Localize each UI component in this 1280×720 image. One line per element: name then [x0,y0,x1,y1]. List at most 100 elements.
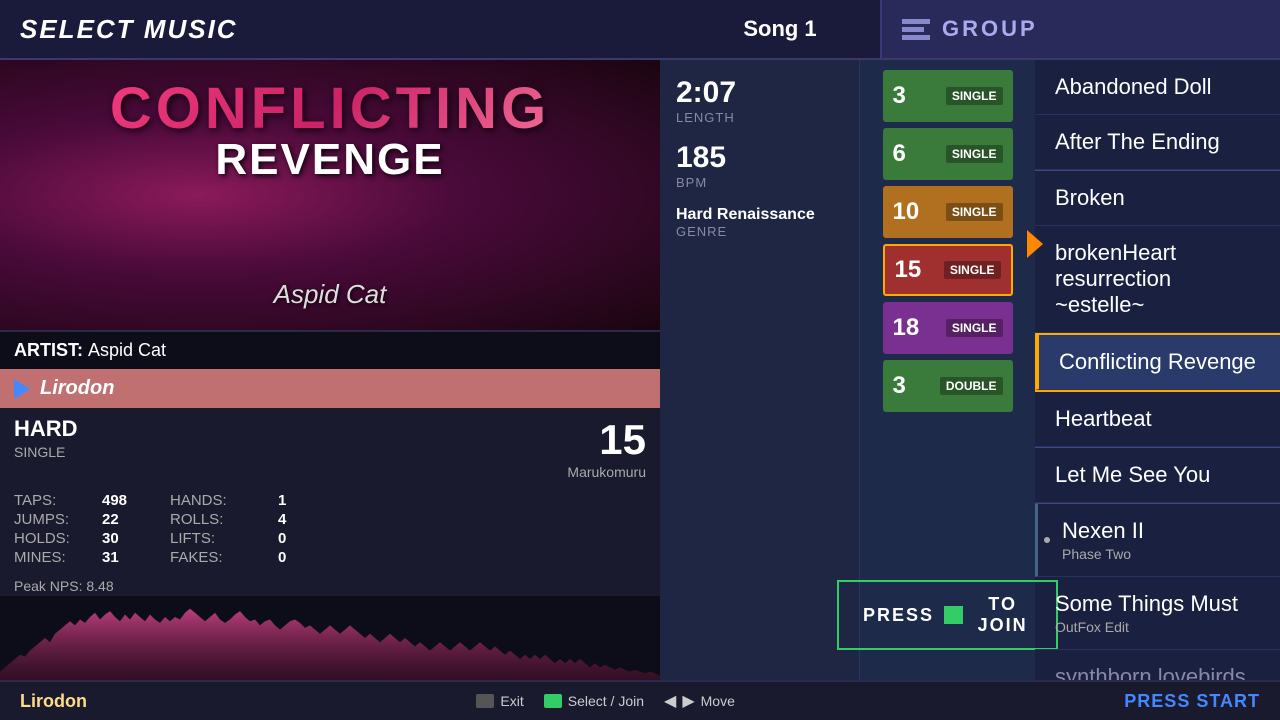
diff-badge-type: SINGLE [946,145,1003,163]
exit-label: Exit [500,693,523,709]
diff-badge-type: SINGLE [944,261,1001,279]
press-join-button[interactable]: PRESS TO JOIN [837,580,1058,650]
diff-badge-number: 15 [895,256,922,284]
song-subtitle: Phase Two [1062,546,1260,562]
song-title: Some Things Must [1055,591,1260,617]
group-label: GROUP [942,16,1038,42]
song-title: After The Ending [1055,129,1220,154]
title-area: SELECT MUSIC [0,14,680,45]
diff-badge-number: 18 [893,314,920,342]
mines-value: 31 [102,549,162,566]
song-item-broken[interactable]: Broken [1035,171,1280,226]
group-area: GROUP [880,0,1280,58]
group-line-2 [902,27,924,32]
group-line-3 [902,35,930,40]
difficulty-button-18-single[interactable]: 18 SINGLE [883,302,1013,354]
difficulty-number: 15 [567,416,646,464]
diff-badge-type: SINGLE [946,319,1003,337]
song-title: Nexen II [1062,518,1260,544]
song-item-synthborn[interactable]: synthborn lovebirds [1035,650,1280,680]
song-subtitle: OutFox Edit [1055,619,1260,635]
holds-value: 30 [102,530,162,547]
length-label: LENGTH [676,110,843,125]
song-item-let-me-see-you[interactable]: Let Me See You [1035,448,1280,503]
artist-label: ARTIST: [14,340,88,360]
song-item-abandoned-doll[interactable]: Abandoned Doll [1035,60,1280,115]
song-item-heartbeat[interactable]: Heartbeat [1035,392,1280,447]
artist-name: Aspid Cat [88,340,166,360]
jumps-label: JUMPS: [14,511,94,528]
bottom-controls: Exit Select / Join ◀ ▶ Move [476,691,734,711]
bpm-label: BPM [676,175,843,190]
difficulty-button-6-single[interactable]: 6 SINGLE [883,128,1013,180]
right-arrow-icon: ▶ [682,691,694,711]
bottom-bar: Lirodon Exit Select / Join ◀ ▶ Move PRES… [0,680,1280,720]
banner-title-group: CONFLICTING REVENGE [0,80,660,182]
difficulty-name: HARD [14,416,78,442]
difficulty-left: HARD SINGLE [14,416,78,460]
song-item-nexen-ii[interactable]: Nexen II Phase Two [1035,504,1280,577]
select-control: Select / Join [544,693,644,709]
song-title: synthborn lovebirds [1055,664,1246,680]
press-join-area: PRESS TO JOIN [837,580,1058,670]
jumps-value: 22 [102,511,162,528]
song-counter: Song 1 [680,16,880,42]
join-text: TO JOIN [973,594,1032,636]
length-group: 2:07 LENGTH [676,76,843,125]
difficulty-stepper: Marukomuru [567,464,646,480]
difficulty-info: HARD SINGLE 15 Marukomuru [0,408,660,488]
song-item-conflicting-revenge[interactable]: Conflicting Revenge [1035,335,1280,390]
taps-label: TAPS: [14,492,94,509]
join-green-block [944,606,963,624]
diff-badge-type: DOUBLE [940,377,1003,395]
left-section: CONFLICTING REVENGE Aspid Cat ARTIST: As… [0,60,660,680]
difficulty-button-10-single[interactable]: 10 SINGLE [883,186,1013,238]
banner-title-line1: CONFLICTING [0,80,660,138]
player-row: Lirodon [0,369,660,408]
song-item-after-the-ending[interactable]: After The Ending [1035,115,1280,170]
group-icon [902,19,930,40]
waveform-area [0,596,660,680]
song-banner: CONFLICTING REVENGE Aspid Cat [0,60,660,330]
difficulty-button-15-single[interactable]: 15 SINGLE [883,244,1013,296]
stats-area: TAPS: 498 HANDS: 1 JUMPS: 22 ROLLS: 4 HO… [0,488,660,574]
select-label: Select / Join [568,693,644,709]
song-title: Heartbeat [1055,406,1152,431]
fakes-value: 0 [278,549,318,566]
diff-badge-type: SINGLE [946,203,1003,221]
banner-title-line2: REVENGE [0,138,660,182]
difficulty-type: SINGLE [14,444,78,460]
peak-nps: Peak NPS: 8.48 [0,574,660,596]
fakes-label: FAKES: [170,549,270,566]
left-arrow-icon: ◀ [664,691,676,711]
hands-label: HANDS: [170,492,270,509]
holds-label: HOLDS: [14,530,94,547]
diff-badge-number: 3 [893,82,906,110]
song-item-brokenheart[interactable]: brokenHeart resurrection ~estelle~ [1035,226,1280,333]
difficulty-column: 3 SINGLE 6 SINGLE 10 SINGLE 15 SINGLE 18… [860,60,1035,680]
bottom-player-name: Lirodon [20,691,87,712]
diff-badge-number: 3 [893,372,906,400]
hands-value: 1 [278,492,318,509]
press-text: PRESS [863,605,934,626]
bpm-group: 185 BPM [676,141,843,190]
song-item-some-things-must[interactable]: Some Things Must OutFox Edit [1035,577,1280,650]
difficulty-right: 15 Marukomuru [567,416,646,480]
taps-value: 498 [102,492,162,509]
center-right-section: 2:07 LENGTH 185 BPM Hard Renaissance GEN… [660,60,1280,680]
song-title: Conflicting Revenge [1059,349,1256,374]
genre-group: Hard Renaissance GENRE [676,206,843,239]
press-start-button[interactable]: PRESS START [1124,691,1260,712]
mines-label: MINES: [14,549,94,566]
difficulty-button-3-double[interactable]: 3 DOUBLE [883,360,1013,412]
song-title: brokenHeart resurrection ~estelle~ [1055,240,1176,317]
difficulty-button-3-single[interactable]: 3 SINGLE [883,70,1013,122]
player-name: Lirodon [40,377,114,400]
main-content: CONFLICTING REVENGE Aspid Cat ARTIST: As… [0,60,1280,680]
exit-key-icon [476,694,494,708]
nexen-dot-icon [1044,537,1050,543]
song-info-column: 2:07 LENGTH 185 BPM Hard Renaissance GEN… [660,60,860,680]
lifts-value: 0 [278,530,318,547]
diff-badge-number: 10 [893,198,920,226]
diff-badge-type: SINGLE [946,87,1003,105]
